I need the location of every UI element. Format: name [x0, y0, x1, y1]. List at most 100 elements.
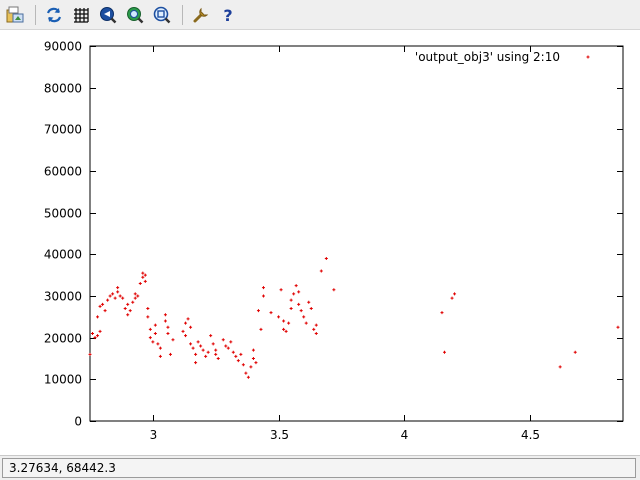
data-point	[116, 286, 120, 290]
data-point	[194, 361, 198, 365]
data-point	[616, 325, 620, 329]
data-point	[116, 290, 120, 294]
data-point	[199, 344, 203, 348]
data-point	[141, 271, 145, 275]
data-point	[254, 361, 258, 365]
data-point	[146, 315, 150, 319]
data-point	[312, 327, 316, 331]
data-point	[216, 357, 220, 360]
data-point	[136, 294, 140, 298]
data-point	[96, 315, 100, 319]
data-point	[184, 334, 188, 338]
data-point	[118, 294, 122, 298]
data-point	[292, 292, 296, 296]
data-point	[126, 302, 130, 306]
data-point	[209, 334, 213, 338]
data-point	[106, 298, 110, 302]
legend-label: 'output_obj3' using 2:10	[415, 50, 560, 64]
data-point	[158, 354, 162, 358]
zoom-previous-icon	[100, 6, 117, 23]
data-point	[314, 332, 318, 335]
data-point	[226, 346, 230, 350]
data-point	[131, 300, 135, 304]
data-point	[171, 338, 175, 342]
export-button[interactable]	[4, 4, 26, 26]
data-point	[224, 344, 228, 348]
data-point	[244, 371, 248, 375]
zoom-next-button[interactable]	[124, 4, 146, 26]
data-point	[121, 296, 125, 300]
toolbar-separator	[182, 4, 183, 25]
replot-button[interactable]	[43, 4, 65, 26]
data-point	[246, 375, 250, 379]
data-point	[259, 327, 263, 331]
data-point	[453, 292, 457, 296]
data-point	[194, 352, 198, 356]
data-point	[309, 307, 313, 310]
data-point	[294, 284, 298, 288]
zoom-previous-button[interactable]	[97, 4, 119, 26]
data-point	[189, 342, 193, 346]
data-point	[158, 346, 162, 350]
data-point	[163, 319, 167, 323]
data-point	[196, 340, 200, 344]
data-point	[287, 321, 291, 325]
data-point	[128, 309, 132, 313]
data-point	[96, 334, 100, 338]
data-point	[304, 321, 308, 325]
autoscale-button[interactable]	[151, 4, 173, 26]
grid-icon	[74, 7, 89, 23]
status-bar: 3.27634, 68442.3	[0, 455, 640, 480]
data-point	[156, 342, 160, 346]
toolbar: ?	[0, 0, 640, 30]
data-point	[307, 300, 311, 304]
toolbar-separator	[35, 4, 36, 25]
y-tick-label: 30000	[44, 290, 82, 304]
data-point	[282, 319, 286, 323]
data-point	[211, 342, 215, 346]
data-point	[234, 354, 238, 358]
data-point	[277, 315, 281, 319]
data-point	[319, 269, 323, 273]
data-point	[184, 321, 188, 325]
grid-button[interactable]	[70, 4, 92, 26]
data-point	[558, 365, 562, 369]
data-point	[133, 292, 137, 296]
svg-text:?: ?	[223, 6, 232, 24]
data-point	[126, 313, 130, 317]
data-point	[166, 325, 170, 329]
y-tick-label: 90000	[44, 40, 82, 54]
y-tick-label: 40000	[44, 248, 82, 262]
data-point	[279, 288, 283, 292]
data-point	[282, 327, 286, 331]
legend-marker	[586, 55, 590, 59]
autoscale-icon	[153, 6, 171, 23]
data-point	[108, 294, 112, 298]
data-point	[123, 307, 127, 310]
help-button[interactable]: ?	[217, 4, 239, 26]
data-point	[148, 327, 152, 331]
mouse-coordinates-readout: 3.27634, 68442.3	[2, 458, 636, 478]
y-tick-label: 0	[74, 415, 82, 429]
data-point	[148, 336, 152, 340]
data-point	[206, 350, 210, 354]
data-point	[289, 307, 293, 310]
data-point	[141, 275, 145, 279]
settings-button[interactable]	[190, 4, 212, 26]
data-point	[302, 315, 306, 319]
data-point	[221, 338, 225, 342]
x-tick-label: 4.5	[521, 428, 540, 442]
data-point	[191, 346, 195, 350]
data-point	[573, 350, 577, 354]
y-tick-label: 20000	[44, 332, 82, 346]
data-point	[103, 309, 107, 313]
data-point	[143, 279, 147, 283]
plot-area[interactable]: 0 10000 20000 30000 40000 50000 60000 70000 8000…	[0, 31, 640, 455]
settings-icon	[193, 7, 209, 22]
data-point	[314, 323, 318, 327]
data-point	[138, 282, 142, 285]
data-point	[231, 350, 235, 354]
scatter-plot[interactable]: 0 10000 20000 30000 40000 50000 60000 70000 8000…	[0, 31, 640, 455]
data-point	[249, 365, 253, 369]
data-point	[442, 350, 446, 354]
